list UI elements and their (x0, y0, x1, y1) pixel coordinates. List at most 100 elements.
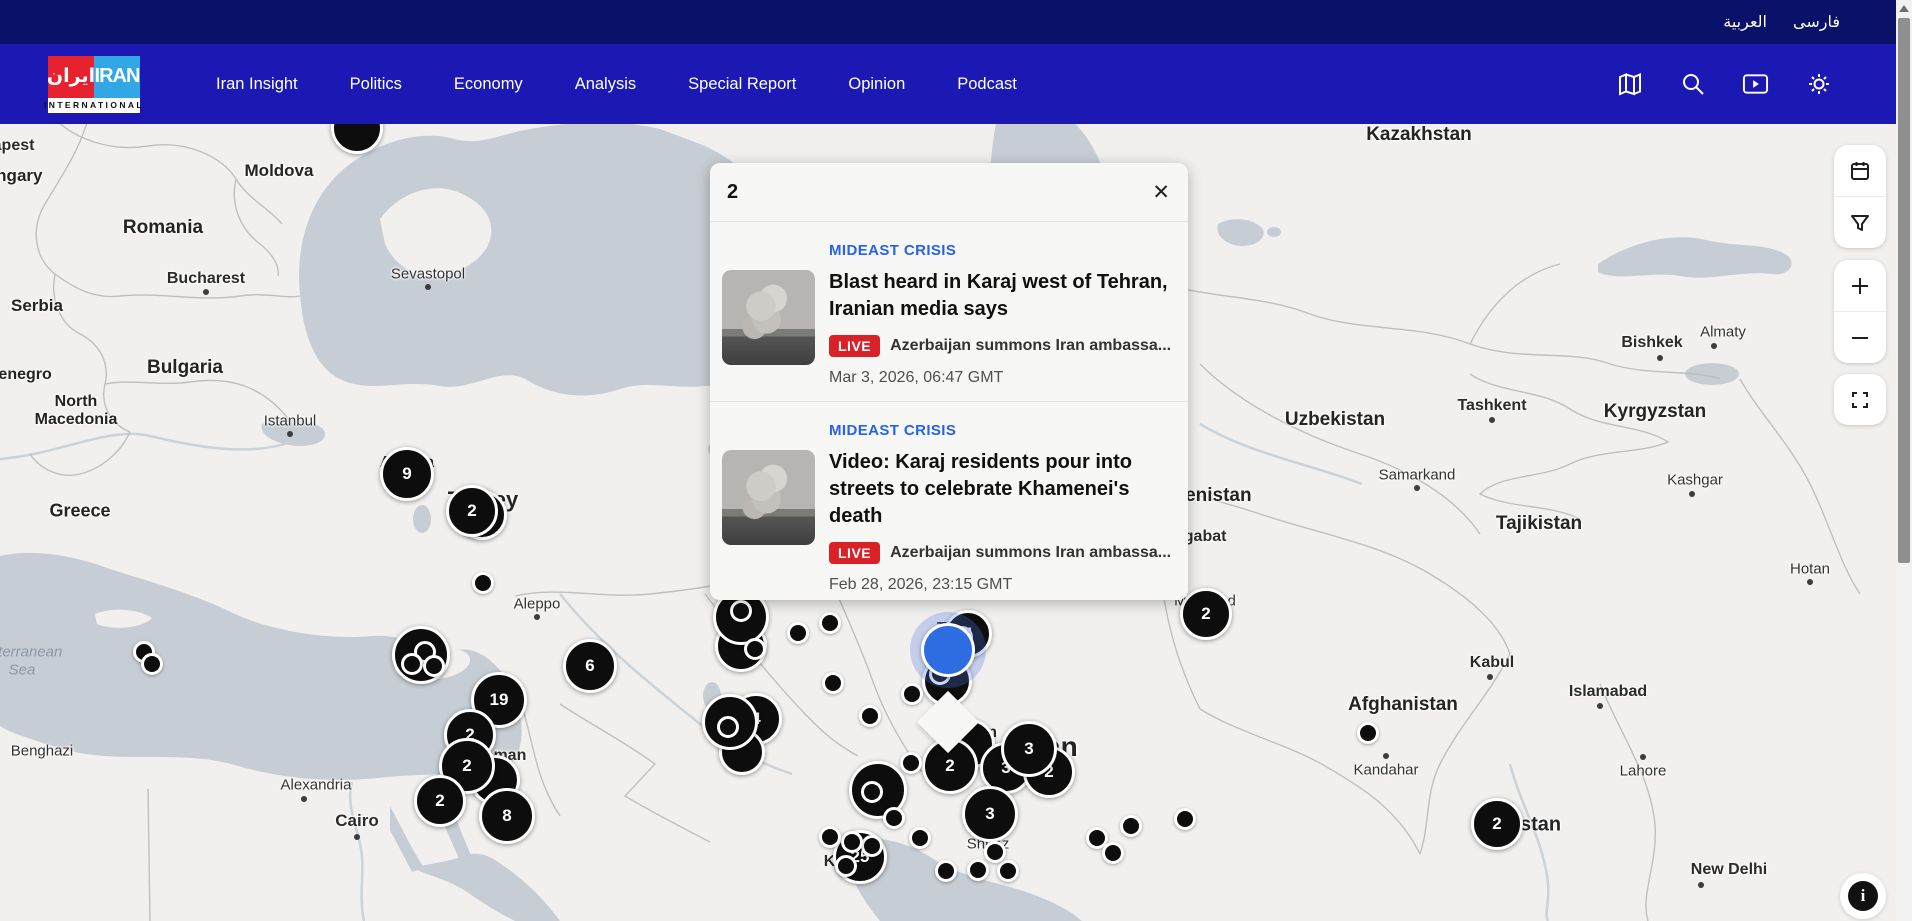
map-cluster-marker-6[interactable]: 6 (563, 639, 617, 693)
fullscreen-button[interactable] (1834, 374, 1886, 425)
city-dot (1414, 485, 1420, 491)
map-point-marker[interactable] (717, 716, 739, 738)
logo-arabic: ايران (48, 56, 94, 98)
map-point-marker[interactable] (984, 841, 1006, 863)
map-label-moldova: Moldova (245, 161, 314, 181)
map-fullscreen-control (1834, 374, 1886, 425)
map-label-tashkent: Tashkent (1457, 397, 1526, 415)
map-point-marker[interactable] (900, 752, 922, 774)
map-label-samarkand: Samarkand (1379, 467, 1456, 484)
map-label-islamabad: Islamabad (1569, 683, 1647, 701)
search-button[interactable] (1679, 71, 1706, 98)
news-map[interactable]: KazakhstanMoldovaRomaniaHungaryBudapestS… (0, 124, 1912, 921)
iran-international-logo[interactable]: ايران IRAN INTERNATIONAL (48, 56, 140, 113)
map-point-marker[interactable] (967, 859, 989, 881)
map-point-marker[interactable] (787, 622, 809, 644)
scrollbar-up-arrow[interactable] (1899, 5, 1909, 12)
map-point-marker[interactable] (1102, 842, 1124, 864)
nav-item-opinion[interactable]: Opinion (848, 75, 905, 94)
video-button[interactable] (1742, 71, 1769, 98)
live-summary[interactable]: Azerbaijan summons Iran ambassa... (890, 337, 1172, 355)
article-thumbnail[interactable] (722, 450, 815, 545)
map-icon (1617, 71, 1643, 97)
map-point-marker[interactable] (141, 653, 163, 675)
map-label-istanbul: Istanbul (264, 413, 317, 430)
map-cluster-marker-3[interactable]: 3 (1001, 721, 1057, 777)
map-point-marker[interactable] (859, 705, 881, 727)
map-point-marker[interactable] (744, 638, 766, 660)
map-label-kazakhstan: Kazakhstan (1366, 124, 1472, 146)
filter-icon (1848, 211, 1872, 235)
zoom-out-button[interactable] (1834, 311, 1886, 363)
map-cluster-marker-2[interactable]: 2 (414, 775, 466, 827)
map-point-marker[interactable] (909, 827, 931, 849)
map-point-marker[interactable] (822, 672, 844, 694)
map-selected-marker[interactable] (921, 623, 975, 677)
news-article[interactable]: MIDEAST CRISIS Video: Karaj residents po… (710, 401, 1188, 608)
map-point-marker[interactable] (819, 612, 841, 634)
map-point-marker[interactable] (1174, 808, 1196, 830)
map-point-marker[interactable] (861, 781, 883, 803)
calendar-button[interactable] (1834, 145, 1886, 196)
city-dot (1807, 579, 1813, 585)
nav-item-special-report[interactable]: Special Report (688, 75, 796, 94)
map-point-marker[interactable] (835, 855, 857, 877)
map-label-almaty: Almaty (1700, 324, 1746, 341)
map-point-marker[interactable] (1357, 722, 1379, 744)
map-cluster-marker-8[interactable]: 8 (479, 788, 535, 844)
city-dot (425, 284, 431, 290)
main-navbar: ايران IRAN INTERNATIONAL Iran Insight Pol… (0, 44, 1896, 124)
map-label-kabul: Kabul (1470, 654, 1514, 672)
map-label-aleppo: Aleppo (514, 596, 561, 613)
city-dot (203, 289, 209, 295)
article-headline[interactable]: Blast heard in Karaj west of Tehran, Ira… (829, 269, 1172, 323)
live-summary[interactable]: Azerbaijan summons Iran ambassa... (890, 544, 1172, 562)
map-point-marker[interactable] (1120, 815, 1142, 837)
map-point-marker[interactable] (819, 826, 841, 848)
article-kicker: MIDEAST CRISIS (829, 242, 1172, 259)
zoom-in-button[interactable] (1834, 260, 1886, 311)
nav-item-podcast[interactable]: Podcast (957, 75, 1017, 94)
map-point-marker[interactable] (901, 683, 923, 705)
map-label-kyrgyzstan: Kyrgyzstan (1604, 401, 1706, 423)
map-label-montenegro: Montenegro (0, 366, 52, 384)
map-point-marker[interactable] (841, 831, 863, 853)
language-link[interactable]: العربية (1723, 12, 1767, 32)
map-point-marker[interactable] (423, 655, 445, 677)
map-zoom-controls (1834, 260, 1886, 363)
nav-item-politics[interactable]: Politics (350, 75, 402, 94)
map-cluster-marker-2[interactable]: 2 (1471, 798, 1523, 850)
theme-toggle-button[interactable] (1805, 71, 1832, 98)
article-thumbnail[interactable] (722, 270, 815, 365)
map-point-marker[interactable] (883, 807, 905, 829)
map-label-hotan: Hotan (1790, 561, 1830, 578)
map-point-marker[interactable] (472, 572, 494, 594)
map-point-marker[interactable] (997, 860, 1019, 882)
live-badge: LIVE (829, 335, 880, 357)
map-attribution-button[interactable]: i (1840, 873, 1886, 919)
city-dot (1698, 882, 1704, 888)
map-cluster-marker-9[interactable]: 9 (380, 447, 434, 501)
map-cluster-marker-3[interactable]: 3 (962, 786, 1018, 842)
language-link[interactable]: فارسی (1793, 12, 1840, 32)
close-icon[interactable]: ✕ (1152, 182, 1170, 203)
map-label-new-delhi: New Delhi (1691, 861, 1767, 879)
plus-icon (1849, 275, 1871, 297)
nav-item-analysis[interactable]: Analysis (575, 75, 636, 94)
city-dot (1711, 343, 1717, 349)
map-point-marker[interactable] (401, 653, 423, 675)
map-label-uzbekistan: Uzbekistan (1285, 409, 1385, 431)
news-article[interactable]: MIDEAST CRISIS Blast heard in Karaj west… (710, 222, 1188, 401)
filter-button[interactable] (1834, 196, 1886, 248)
map-point-marker[interactable] (861, 835, 883, 857)
page-scrollbar[interactable] (1896, 0, 1912, 921)
map-filter-controls (1834, 145, 1886, 248)
map-cluster-marker-2[interactable]: 2 (446, 485, 498, 537)
map-nav-button[interactable] (1616, 71, 1643, 98)
scrollbar-thumb[interactable] (1898, 18, 1910, 563)
article-headline[interactable]: Video: Karaj residents pour into streets… (829, 449, 1172, 530)
map-point-marker[interactable] (935, 860, 957, 882)
nav-item-iran-insight[interactable]: Iran Insight (216, 75, 298, 94)
map-label-mediterranean: Mediterranean (0, 644, 62, 661)
nav-item-economy[interactable]: Economy (454, 75, 523, 94)
